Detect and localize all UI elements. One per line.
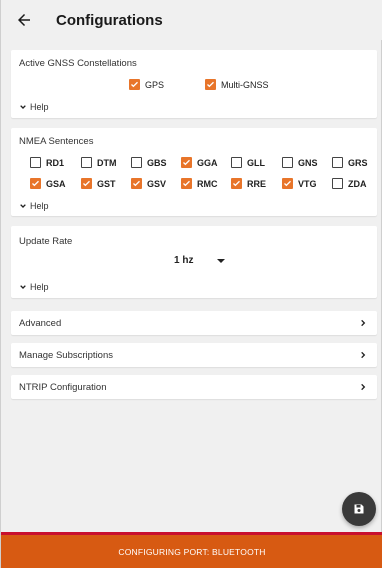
checkbox-gsv[interactable]: GSV	[131, 178, 166, 189]
update-rate-title: Update Rate	[19, 236, 73, 247]
save-button[interactable]	[342, 492, 376, 526]
checkbox-rd1[interactable]: RD1	[30, 157, 64, 168]
row-label: Manage Subscriptions	[19, 349, 113, 361]
back-button[interactable]	[4, 0, 44, 40]
checkbox-box[interactable]	[81, 178, 92, 189]
checkbox-label: RRE	[247, 178, 267, 189]
ntrip-configuration-row[interactable]: NTRIP Configuration	[11, 375, 377, 399]
page-title: Configurations	[56, 11, 163, 29]
checkbox-label: GBS	[147, 157, 167, 168]
checkbox-dtm[interactable]: DTM	[81, 157, 117, 168]
checkbox-gst[interactable]: GST	[81, 178, 116, 189]
checkbox-rre[interactable]: RRE	[231, 178, 266, 189]
nmea-card: NMEA Sentences RD1 DTM GBS GGA GLL GNS G…	[11, 128, 377, 216]
update-rate-card: Update Rate 1 hz Help	[11, 226, 377, 298]
checkbox-box[interactable]	[81, 157, 92, 168]
app-bar: Configurations	[1, 0, 382, 40]
checkbox-gga[interactable]: GGA	[181, 157, 218, 168]
gnss-card: Active GNSS Constellations GPS Multi-GNS…	[11, 50, 377, 118]
checkbox-grs[interactable]: GRS	[332, 157, 368, 168]
checkbox-label: VTG	[298, 178, 317, 189]
help-label: Help	[30, 282, 49, 292]
update-rate-help-toggle[interactable]: Help	[19, 282, 49, 292]
checkbox-gsa[interactable]: GSA	[30, 178, 66, 189]
checkbox-label: Multi-GNSS	[221, 79, 269, 90]
row-label: NTRIP Configuration	[19, 381, 107, 393]
check-icon	[183, 159, 190, 166]
check-icon	[32, 180, 39, 187]
checkbox-label: GRS	[348, 157, 368, 168]
check-icon	[284, 180, 291, 187]
checkbox-label: GGA	[197, 157, 218, 168]
checkbox-box[interactable]	[30, 157, 41, 168]
checkbox-box[interactable]	[205, 79, 216, 90]
chevron-down-icon	[20, 204, 26, 208]
checkbox-zda[interactable]: ZDA	[332, 178, 367, 189]
update-rate-select[interactable]: 1 hz	[174, 255, 226, 266]
checkbox-box[interactable]	[332, 157, 343, 168]
gnss-help-toggle[interactable]: Help	[19, 102, 49, 112]
checkbox-label: RD1	[46, 157, 65, 168]
checkbox-box[interactable]	[282, 157, 293, 168]
checkbox-label: DTM	[97, 157, 117, 168]
row-label: Advanced	[19, 317, 62, 329]
advanced-row[interactable]: Advanced	[11, 311, 377, 335]
checkbox-box[interactable]	[231, 157, 242, 168]
check-icon	[207, 81, 214, 88]
checkbox-box[interactable]	[129, 79, 140, 90]
save-icon	[354, 504, 364, 514]
port-status-bar: CONFIGURING PORT: BLUETOOTH	[1, 532, 382, 568]
chevron-down-icon	[20, 285, 26, 289]
checkbox-gll[interactable]: GLL	[231, 157, 265, 168]
check-icon	[233, 180, 240, 187]
help-label: Help	[30, 102, 49, 112]
checkbox-label: GSA	[46, 178, 66, 189]
chevron-right-icon	[359, 319, 367, 327]
checkbox-vtg[interactable]: VTG	[282, 178, 317, 189]
update-rate-value: 1 hz	[174, 255, 194, 266]
nmea-title: NMEA Sentences	[19, 136, 94, 147]
nmea-help-toggle[interactable]: Help	[19, 201, 49, 211]
checkbox-gbs[interactable]: GBS	[131, 157, 167, 168]
checkbox-label: GPS	[145, 79, 165, 90]
app-frame: Configurations Active GNSS Constellation…	[0, 0, 382, 568]
checkbox-gps[interactable]: GPS	[129, 79, 164, 90]
checkbox-label: ZDA	[348, 178, 367, 189]
checkbox-box[interactable]	[131, 157, 142, 168]
check-icon	[131, 81, 138, 88]
chevron-down-icon	[20, 105, 26, 109]
arrow-left-icon	[18, 14, 30, 26]
checkbox-box[interactable]	[332, 178, 343, 189]
port-status-text: CONFIGURING PORT: BLUETOOTH	[118, 546, 266, 557]
checkbox-box[interactable]	[131, 178, 142, 189]
check-icon	[183, 180, 190, 187]
check-icon	[133, 180, 140, 187]
checkbox-label: GST	[97, 178, 116, 189]
checkbox-label: GSV	[147, 178, 167, 189]
checkbox-box[interactable]	[181, 157, 192, 168]
check-icon	[83, 180, 90, 187]
checkbox-box[interactable]	[282, 178, 293, 189]
manage-subscriptions-row[interactable]: Manage Subscriptions	[11, 343, 377, 367]
gnss-title: Active GNSS Constellations	[19, 58, 137, 69]
checkbox-box[interactable]	[231, 178, 242, 189]
chevron-right-icon	[359, 383, 367, 391]
dropdown-arrow-icon	[217, 258, 226, 263]
checkbox-label: GNS	[298, 157, 318, 168]
checkbox-label: GLL	[247, 157, 265, 168]
chevron-right-icon	[359, 351, 367, 359]
checkbox-rmc[interactable]: RMC	[181, 178, 218, 189]
checkbox-box[interactable]	[30, 178, 41, 189]
help-label: Help	[30, 201, 49, 211]
checkbox-gns[interactable]: GNS	[282, 157, 318, 168]
checkbox-box[interactable]	[181, 178, 192, 189]
checkbox-label: RMC	[197, 178, 218, 189]
checkbox-multi-gnss[interactable]: Multi-GNSS	[205, 79, 269, 90]
